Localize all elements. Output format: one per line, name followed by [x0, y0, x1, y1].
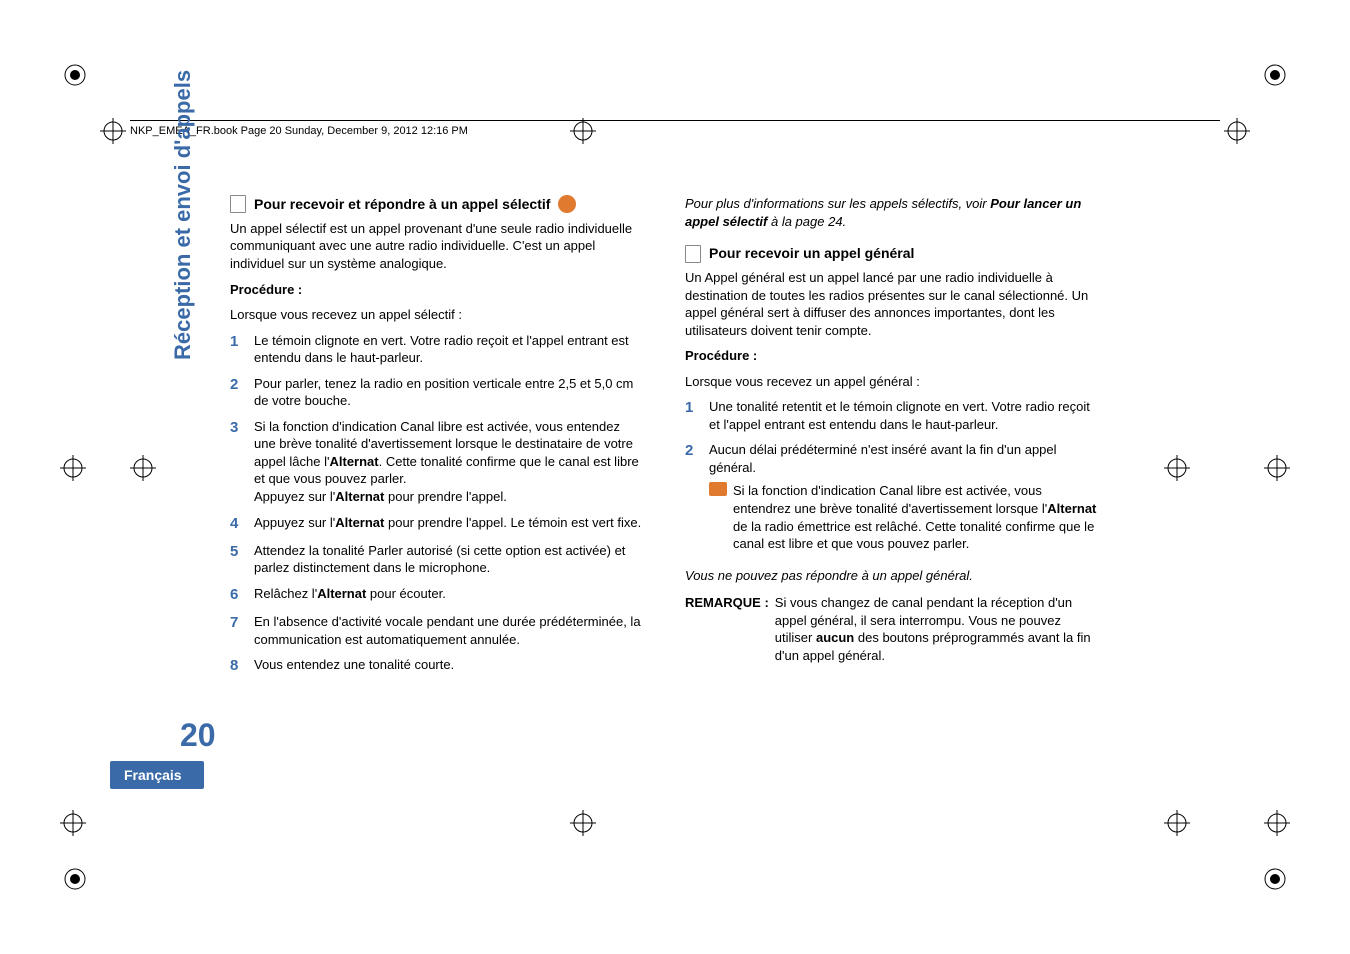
procedure-sub: Lorsque vous recevez un appel général : [685, 373, 1100, 391]
crosshair-icon [1224, 118, 1250, 144]
list-item: 1Une tonalité retentit et le témoin clig… [685, 398, 1100, 433]
mic-icon [558, 195, 576, 213]
crosshair-icon [1264, 810, 1290, 836]
crosshair-icon [1164, 455, 1190, 481]
note-icon [709, 482, 727, 496]
no-reply-note: Vous ne pouvez pas répondre à un appel g… [685, 567, 1100, 585]
crosshair-icon [130, 455, 156, 481]
steps-list: 1Une tonalité retentit et le témoin clig… [685, 398, 1100, 556]
list-item: 5Attendez la tonalité Parler autorisé (s… [230, 542, 645, 577]
section-side-tab: Réception et envoi d'appels [170, 70, 196, 360]
list-item: 2Pour parler, tenez la radio en position… [230, 375, 645, 410]
intro-text: Un appel sélectif est un appel provenant… [230, 220, 645, 273]
reg-mark-icon [60, 60, 90, 90]
procedure-label: Procédure : [230, 281, 645, 299]
crosshair-icon [60, 810, 86, 836]
left-column: Pour recevoir et répondre à un appel sél… [230, 195, 645, 684]
reg-mark-icon [60, 864, 90, 894]
reg-mark-icon [1260, 60, 1290, 90]
list-item: 6 Relâchez l'Alternat pour écouter. [230, 585, 645, 605]
crosshair-icon [1264, 455, 1290, 481]
list-item: 7En l'absence d'activité vocale pendant … [230, 613, 645, 648]
section-heading: Pour recevoir et répondre à un appel sél… [230, 195, 645, 214]
crosshair-icon [100, 118, 126, 144]
intro-text: Un Appel général est un appel lancé par … [685, 269, 1100, 339]
crosshair-icon [1164, 810, 1190, 836]
document-icon [230, 195, 246, 213]
section-title: Pour recevoir un appel général [709, 244, 914, 263]
right-column: Pour plus d'informations sur les appels … [685, 195, 1100, 684]
list-item: 4 Appuyez sur l'Alternat pour prendre l'… [230, 514, 645, 534]
remark-label: REMARQUE : [685, 594, 769, 664]
reg-mark-icon [1260, 864, 1290, 894]
list-item: 1Le témoin clignote en vert. Votre radio… [230, 332, 645, 367]
crosshair-icon [60, 455, 86, 481]
page-number: 20 [180, 717, 216, 754]
list-item: 3 Si la fonction d'indication Canal libr… [230, 418, 645, 506]
list-item: 8Vous entendez une tonalité courte. [230, 656, 645, 676]
running-header: NKP_EMEA_FR.book Page 20 Sunday, Decembe… [130, 120, 1220, 137]
remark-block: REMARQUE : Si vous changez de canal pend… [685, 594, 1100, 664]
crosshair-icon [570, 810, 596, 836]
note-block: Si la fonction d'indication Canal libre … [709, 482, 1100, 552]
section-heading: Pour recevoir un appel général [685, 244, 1100, 263]
procedure-label: Procédure : [685, 347, 1100, 365]
document-icon [685, 245, 701, 263]
section-title: Pour recevoir et répondre à un appel sél… [254, 195, 550, 214]
list-item: 2 Aucun délai prédéterminé n'est inséré … [685, 441, 1100, 556]
language-tab: Français [110, 761, 204, 789]
steps-list: 1Le témoin clignote en vert. Votre radio… [230, 332, 645, 677]
continuation-note: Pour plus d'informations sur les appels … [685, 195, 1100, 230]
procedure-sub: Lorsque vous recevez un appel sélectif : [230, 306, 645, 324]
